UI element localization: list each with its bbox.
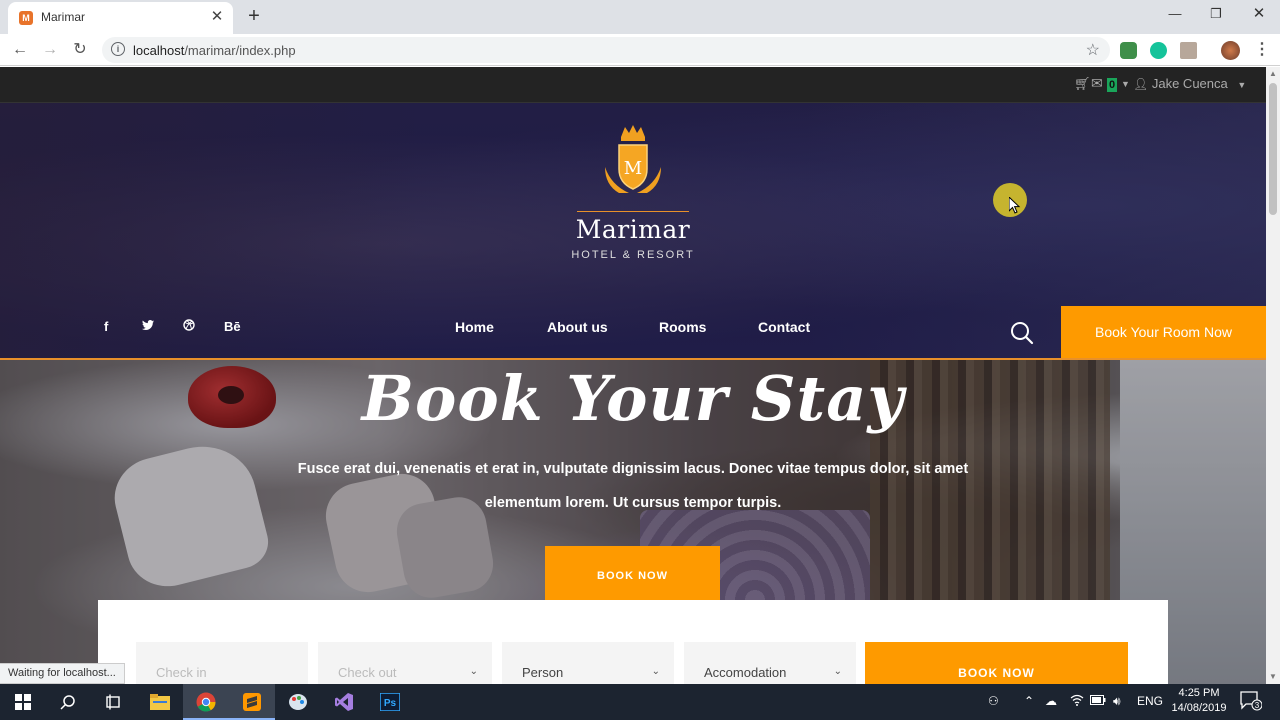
website-viewport: 🛒︎ ✉ 0 ▼ 👤︎ Jake Cuenca ▼ M Marimar HOTE… bbox=[0, 67, 1266, 684]
behance-icon[interactable]: Bē bbox=[224, 319, 241, 334]
browser-tabstrip: M Marimar ✕ + — ❐ ✕ bbox=[0, 0, 1280, 34]
address-bar[interactable]: i localhost/marimar/index.php ☆ bbox=[102, 37, 1110, 63]
tab-title: Marimar bbox=[41, 10, 85, 24]
chrome-taskbar-icon[interactable] bbox=[183, 684, 229, 720]
person-select[interactable]: Person ⌄ bbox=[502, 642, 674, 684]
dribbble-icon[interactable] bbox=[183, 319, 195, 334]
show-hidden-icons-icon[interactable]: ⌃ bbox=[1024, 694, 1034, 708]
logo-letter: M bbox=[624, 158, 642, 179]
people-icon[interactable]: ⚇ bbox=[988, 694, 999, 708]
logo-divider bbox=[577, 211, 689, 212]
nav-contact[interactable]: Contact bbox=[758, 319, 810, 335]
restore-icon[interactable]: ❐ bbox=[1193, 2, 1239, 28]
check-out-field[interactable]: Check out ⌄ bbox=[318, 642, 492, 684]
url-text: localhost/marimar/index.php bbox=[133, 43, 296, 58]
nav-about-us[interactable]: About us bbox=[547, 319, 608, 335]
reload-icon[interactable]: ↻ bbox=[68, 38, 92, 62]
browser-toolbar: ← → ↻ i localhost/marimar/index.php ☆ ⋮ bbox=[0, 34, 1280, 66]
pdf-extension-icon[interactable] bbox=[1180, 42, 1197, 59]
hero-title: Book Your Stay bbox=[361, 362, 905, 435]
url-host: localhost bbox=[133, 43, 185, 58]
search-taskbar-icon[interactable] bbox=[45, 684, 91, 720]
chevron-down-icon: ⌄ bbox=[469, 666, 478, 677]
windows-taskbar: Ps ⚇ ⌃ ☁ 🔊︎ ENG 4:25 PM 14/08/2019 3 bbox=[0, 684, 1280, 720]
user-icon: 👤︎ bbox=[1133, 77, 1149, 91]
wifi-icon[interactable] bbox=[1070, 694, 1084, 709]
book-room-now-button[interactable]: Book Your Room Now bbox=[1061, 306, 1266, 359]
clock-date: 14/08/2019 bbox=[1171, 702, 1227, 714]
header-shade-left bbox=[0, 103, 420, 359]
cart-icon[interactable]: 🛒︎ bbox=[1074, 76, 1091, 92]
grammarly-extension-icon[interactable] bbox=[1150, 42, 1167, 59]
site-favicon-icon: M bbox=[19, 11, 33, 25]
start-windows-icon[interactable] bbox=[0, 684, 46, 720]
accomodation-select[interactable]: Accomodation ⌄ bbox=[684, 642, 856, 684]
hotel-logo[interactable]: M Marimar HOTEL & RESORT bbox=[570, 123, 696, 261]
svg-text:Ps: Ps bbox=[384, 698, 397, 709]
scrollbar-thumb[interactable] bbox=[1269, 83, 1277, 215]
booking-book-now-button[interactable]: BOOK NOW bbox=[865, 642, 1128, 684]
volume-icon[interactable]: 🔊︎ bbox=[1113, 694, 1121, 709]
logo-tagline: HOTEL & RESORT bbox=[571, 249, 695, 261]
search-icon[interactable] bbox=[1010, 321, 1034, 350]
browser-status-bar: Waiting for localhost... bbox=[0, 663, 125, 684]
paint-app-icon[interactable] bbox=[275, 684, 321, 720]
action-center-icon[interactable]: 3 bbox=[1240, 691, 1263, 714]
url-path: /marimar/index.php bbox=[184, 43, 296, 58]
scroll-up-icon[interactable]: ▲ bbox=[1266, 67, 1280, 81]
language-indicator[interactable]: ENG bbox=[1137, 694, 1163, 708]
nav-rooms[interactable]: Rooms bbox=[659, 319, 706, 335]
profile-avatar[interactable] bbox=[1221, 41, 1240, 60]
onedrive-icon[interactable]: ☁ bbox=[1045, 694, 1057, 708]
check-in-field[interactable]: Check in bbox=[136, 642, 308, 684]
photoshop-icon[interactable]: Ps bbox=[367, 684, 413, 720]
visual-studio-icon[interactable] bbox=[321, 684, 367, 720]
cart-count-badge: 0 bbox=[1107, 78, 1118, 92]
hero-subtitle: Fusce erat dui, venenatis et erat in, vu… bbox=[297, 461, 969, 511]
new-tab-icon[interactable]: + bbox=[243, 4, 265, 28]
tab-close-icon[interactable]: ✕ bbox=[209, 8, 225, 26]
facebook-icon[interactable]: f bbox=[104, 319, 108, 334]
hero-book-now-button[interactable]: BOOK NOW bbox=[545, 546, 720, 600]
scroll-down-icon[interactable]: ▼ bbox=[1266, 670, 1280, 684]
minimize-icon[interactable]: — bbox=[1152, 2, 1198, 28]
notification-count: 3 bbox=[1255, 701, 1260, 710]
chevron-down-icon: ⌄ bbox=[833, 666, 842, 677]
battery-icon[interactable] bbox=[1090, 694, 1106, 708]
clock-time: 4:25 PM bbox=[1178, 687, 1220, 699]
page-scrollbar[interactable]: ▲ ▼ bbox=[1266, 67, 1280, 684]
file-explorer-icon[interactable] bbox=[137, 684, 183, 720]
user-name: Jake Cuenca bbox=[1151, 76, 1228, 91]
bookmark-star-icon[interactable]: ☆ bbox=[1086, 40, 1100, 60]
person-label: Person bbox=[522, 665, 564, 680]
check-out-placeholder: Check out bbox=[338, 665, 397, 680]
chevron-down-icon: ⌄ bbox=[651, 666, 660, 677]
forward-arrow-icon[interactable]: → bbox=[38, 38, 62, 62]
site-info-icon[interactable]: i bbox=[111, 42, 125, 56]
mail-icon[interactable]: ✉ bbox=[1091, 75, 1103, 92]
twitter-icon[interactable] bbox=[142, 319, 154, 334]
user-menu[interactable]: 👤︎ Jake Cuenca ▼ bbox=[1133, 76, 1246, 91]
user-dropdown-icon: ▼ bbox=[1237, 80, 1247, 90]
cart-dropdown-icon[interactable]: ▼ bbox=[1121, 79, 1130, 89]
check-in-placeholder: Check in bbox=[156, 665, 207, 680]
chrome-menu-icon[interactable]: ⋮ bbox=[1250, 38, 1274, 62]
mouse-cursor-icon bbox=[1009, 197, 1021, 214]
extension-cube-icon[interactable] bbox=[1120, 42, 1137, 59]
back-arrow-icon[interactable]: ← bbox=[8, 38, 32, 62]
crown-crest-icon: M bbox=[605, 125, 661, 193]
browser-tab[interactable]: M Marimar ✕ bbox=[8, 2, 233, 34]
close-window-icon[interactable]: ✕ bbox=[1236, 2, 1280, 28]
sublime-text-icon[interactable] bbox=[229, 684, 275, 720]
task-view-icon[interactable] bbox=[90, 684, 136, 720]
clock[interactable]: 4:25 PM 14/08/2019 bbox=[1170, 686, 1228, 716]
nav-home[interactable]: Home bbox=[455, 319, 494, 335]
accomodation-label: Accomodation bbox=[704, 665, 787, 680]
booking-form: Check in Check out ⌄ Person ⌄ Accomodati… bbox=[98, 600, 1168, 684]
site-topbar: 🛒︎ ✉ 0 ▼ 👤︎ Jake Cuenca ▼ bbox=[0, 67, 1266, 103]
logo-name: Marimar bbox=[575, 215, 691, 244]
